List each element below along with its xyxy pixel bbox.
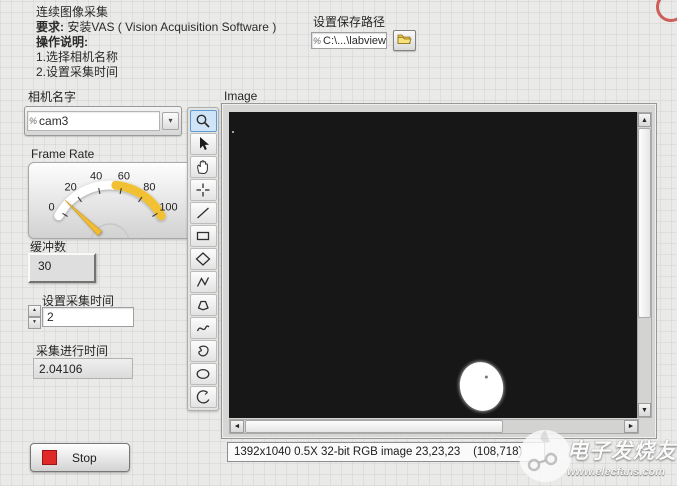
blob-dark-spot	[485, 375, 489, 379]
buffer-count-value: 30	[30, 255, 94, 273]
cursor-tool-icon	[194, 136, 212, 152]
steps-label: 操作说明:	[36, 35, 276, 50]
step-2: 2.设置采集时间	[36, 65, 276, 80]
acq-time-spinner: ▲ ▼	[28, 305, 41, 329]
scroll-down-button[interactable]: ▼	[638, 403, 651, 417]
acq-time-value: 2	[47, 310, 54, 324]
image-display: ▲ ▼ ◄ ►	[221, 103, 657, 439]
polygon-tool-icon	[194, 297, 212, 313]
freehand-region-tool-icon	[194, 343, 212, 359]
save-path-control: % C:\...\labview	[311, 30, 416, 51]
camera-name-combo: % cam3 ▾	[24, 106, 182, 136]
acq-time-field[interactable]: 2	[42, 307, 134, 327]
rectangle-tool-icon	[194, 228, 212, 244]
acq-time-control: ▲ ▼ 2	[28, 306, 134, 328]
zoom-tool-icon	[194, 113, 212, 129]
elapsed-time-indicator: 2.04106	[33, 358, 133, 379]
vertical-scroll-thumb[interactable]	[638, 128, 651, 318]
oval-tool-icon	[194, 366, 212, 382]
polyline-tool[interactable]	[190, 271, 217, 293]
polygon-tool[interactable]	[190, 294, 217, 316]
front-panel: 连续图像采集 要求: 安装VAS ( Vision Acquisition So…	[0, 0, 677, 486]
image-info-bar: 1392x1040 0.5X 32-bit RGB image 23,23,23…	[227, 442, 545, 462]
point-tool[interactable]	[190, 179, 217, 201]
frame-rate-label: Frame Rate	[31, 147, 94, 161]
rectangle-tool[interactable]	[190, 225, 217, 247]
buffer-count-indicator: 30	[28, 253, 96, 283]
bright-blob	[455, 358, 509, 416]
path-glyph-icon: %	[313, 36, 321, 46]
camera-name-label: 相机名字	[28, 88, 76, 105]
freehand-line-tool[interactable]	[190, 317, 217, 339]
annulus-tool[interactable]	[190, 386, 217, 408]
stop-square-icon	[42, 450, 57, 465]
folder-icon	[397, 32, 412, 50]
cropped-corner-watermark	[656, 0, 677, 22]
cursor-tool[interactable]	[190, 133, 217, 155]
vertical-scrollbar[interactable]: ▲ ▼	[637, 112, 652, 418]
io-glyph-icon: %	[29, 116, 37, 126]
watermark-url: www.elecfans.com	[567, 466, 665, 478]
elapsed-time-value: 2.04106	[39, 362, 82, 376]
horizontal-scroll-thumb[interactable]	[245, 420, 503, 433]
requirement-text: 安装VAS ( Vision Acquisition Software )	[64, 20, 276, 34]
stop-button[interactable]: Stop	[30, 443, 130, 472]
svg-text:60: 60	[118, 170, 130, 182]
annulus-tool-icon	[194, 389, 212, 405]
camera-name-value: cam3	[39, 114, 68, 128]
camera-name-field[interactable]: % cam3	[27, 111, 160, 131]
svg-text:0: 0	[48, 201, 54, 213]
freehand-line-tool-icon	[194, 320, 212, 336]
watermark: 电子发烧友 www.elecfans.com	[517, 428, 677, 484]
save-path-field[interactable]: % C:\...\labview	[311, 32, 387, 49]
zoom-tool[interactable]	[190, 110, 217, 132]
svg-text:100: 100	[159, 201, 177, 213]
increment-button[interactable]: ▲	[28, 305, 41, 317]
point-tool-icon	[194, 182, 212, 198]
polyline-tool-icon	[194, 274, 212, 290]
line-tool-icon	[194, 205, 212, 221]
line-tool[interactable]	[190, 202, 217, 224]
camera-dropdown-button[interactable]: ▾	[162, 112, 179, 130]
step-1: 1.选择相机名称	[36, 50, 276, 65]
browse-folder-button[interactable]	[393, 30, 416, 51]
rotated-rect-tool-icon	[194, 251, 212, 267]
freehand-region-tool[interactable]	[190, 340, 217, 362]
requirement-label: 要求:	[36, 20, 64, 34]
watermark-logo-icon	[517, 428, 573, 484]
tool-palette	[187, 107, 219, 411]
elapsed-time-label: 采集进行时间	[36, 342, 108, 359]
pan-tool[interactable]	[190, 156, 217, 178]
image-canvas[interactable]	[229, 112, 637, 418]
instruction-text: 连续图像采集 要求: 安装VAS ( Vision Acquisition So…	[36, 5, 276, 80]
stop-button-label: Stop	[72, 451, 97, 465]
frame-rate-gauge[interactable]: 0 20 40 60 80 100	[28, 162, 195, 239]
svg-text:80: 80	[143, 181, 155, 193]
scroll-left-button[interactable]: ◄	[230, 420, 244, 433]
image-display-label: Image	[224, 89, 257, 103]
instruction-title: 连续图像采集	[36, 5, 276, 20]
gauge-dial: 0 20 40 60 80 100	[29, 163, 194, 238]
save-path-value: C:\...\labview	[323, 35, 386, 47]
scroll-up-button[interactable]: ▲	[638, 113, 651, 127]
oval-tool[interactable]	[190, 363, 217, 385]
watermark-title: 电子发烧友	[567, 435, 677, 465]
image-speck	[232, 131, 234, 133]
rotated-rect-tool[interactable]	[190, 248, 217, 270]
pan-tool-icon	[194, 159, 212, 175]
svg-text:20: 20	[64, 181, 76, 193]
decrement-button[interactable]: ▼	[28, 317, 41, 329]
chevron-down-icon: ▾	[168, 116, 172, 125]
save-path-label: 设置保存路径	[313, 13, 385, 30]
svg-text:40: 40	[90, 170, 102, 182]
